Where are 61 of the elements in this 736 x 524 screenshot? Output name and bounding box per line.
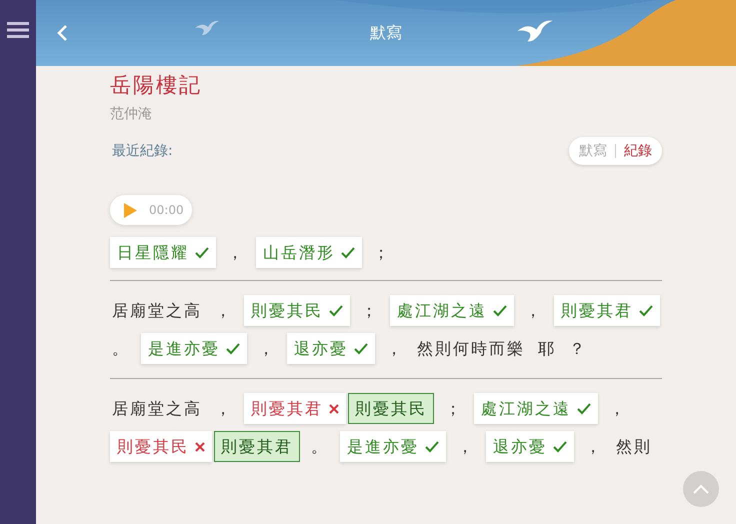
- poem-author: 范仲淹: [110, 105, 153, 124]
- poem-text: 居廟堂之高: [111, 300, 203, 322]
- answer-text: 是進亦憂: [347, 436, 419, 458]
- mode-tab[interactable]: 默寫: [579, 140, 607, 162]
- check-icon: [639, 304, 653, 316]
- poem-text: ，: [257, 338, 277, 360]
- poem-text: 耶: [537, 338, 557, 360]
- check-icon: [354, 342, 368, 354]
- poem-text: ，: [456, 436, 476, 458]
- bird-icon: [516, 18, 554, 44]
- bird-icon: [194, 20, 220, 36]
- answer-text: 則憂其民: [251, 300, 323, 322]
- poem-text: ；: [444, 398, 464, 420]
- poem-text: ，: [214, 300, 234, 322]
- poem-text: ；: [372, 242, 392, 264]
- check-icon: [425, 440, 439, 452]
- poem-text: ；: [360, 300, 380, 322]
- poem-text: ，: [524, 300, 544, 322]
- poem-text: 。: [310, 436, 330, 458]
- audio-time: 00:00: [149, 202, 184, 219]
- answer-text: 是進亦憂: [148, 338, 220, 360]
- menu-icon[interactable]: [7, 22, 29, 38]
- poem-text: ，: [584, 436, 604, 458]
- play-icon[interactable]: [124, 202, 137, 218]
- answer-text: 退亦憂: [294, 338, 348, 360]
- check-icon: [226, 342, 240, 354]
- answer-text: 則憂其民: [117, 436, 189, 458]
- chevron-up-icon: [693, 484, 709, 494]
- header-title: 默寫: [370, 22, 402, 44]
- answer-text: 則憂其君: [251, 398, 323, 420]
- check-icon: [195, 246, 209, 258]
- check-icon: [577, 402, 591, 414]
- answer-text: 山岳潛形: [263, 242, 335, 264]
- correct-answer: 則憂其君: [214, 431, 300, 462]
- mode-tab[interactable]: 紀錄: [624, 140, 652, 162]
- poem-text: 。: [111, 338, 131, 360]
- check-icon: [553, 440, 567, 452]
- cross-icon: [195, 442, 205, 452]
- check-icon: [341, 246, 355, 258]
- poem-text: ，: [385, 338, 405, 360]
- poem-text: 居廟堂之高: [111, 398, 203, 420]
- answer-text: 退亦憂: [493, 436, 547, 458]
- poem-text: ，: [608, 398, 628, 420]
- audio-player[interactable]: 00:00: [110, 195, 192, 225]
- scroll-top-button[interactable]: [683, 471, 719, 507]
- answer-text: 處江湖之遠: [397, 300, 487, 322]
- cross-icon: [329, 404, 339, 414]
- recent-records-label: 最近紀錄:: [112, 142, 173, 160]
- poem-text: 然則: [615, 436, 653, 458]
- back-icon[interactable]: [56, 24, 68, 42]
- poem-text: ，: [214, 398, 234, 420]
- check-icon: [329, 304, 343, 316]
- answer-text: 則憂其君: [561, 300, 633, 322]
- answer-text: 日星隱耀: [117, 242, 189, 264]
- poem-text: ，: [226, 242, 246, 264]
- poem-text: ？: [568, 338, 588, 360]
- check-icon: [493, 304, 507, 316]
- poem-text: 然則何時而樂: [416, 338, 526, 360]
- correct-answer: 則憂其民: [348, 393, 434, 424]
- poem-title: 岳陽樓記: [110, 72, 203, 99]
- answer-text: 處江湖之遠: [481, 398, 571, 420]
